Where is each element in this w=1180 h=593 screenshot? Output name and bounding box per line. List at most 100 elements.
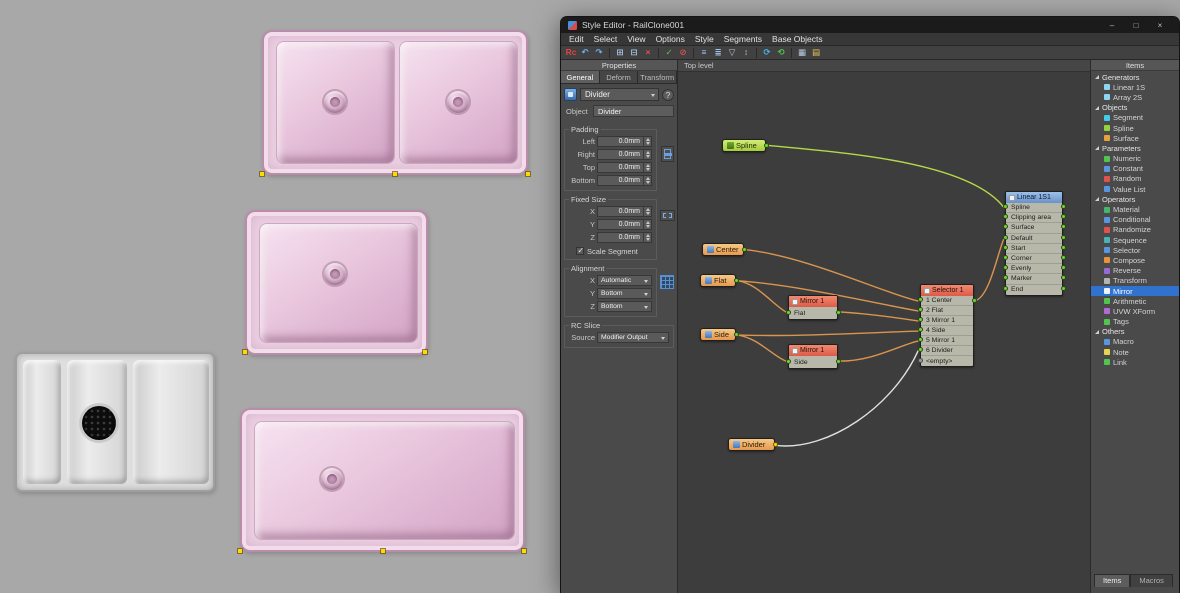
menu-item[interactable]: Edit: [564, 34, 589, 44]
padding-picker-icon[interactable]: [661, 146, 674, 162]
input-port-dot[interactable]: [1002, 275, 1008, 281]
help-button[interactable]: ?: [662, 88, 674, 101]
items-tree-row[interactable]: Constant: [1091, 164, 1179, 174]
node-port[interactable]: 6 Divider: [917, 346, 973, 356]
output-port-dot[interactable]: [741, 247, 747, 252]
node-header[interactable]: Selector 1: [921, 285, 973, 296]
items-tree-row[interactable]: Segment: [1091, 113, 1179, 123]
menu-item[interactable]: Select: [589, 34, 623, 44]
items-tree-row[interactable]: Operators: [1091, 194, 1179, 204]
node-port[interactable]: 2 Flat: [917, 306, 973, 316]
minimize-button[interactable]: –: [1100, 21, 1124, 30]
input-port-dot[interactable]: [917, 337, 923, 342]
alignment-dropdown[interactable]: Bottom: [597, 288, 652, 299]
auto-update-icon[interactable]: ⟲: [775, 47, 787, 59]
node-port[interactable]: Marker: [1002, 274, 1066, 285]
close-button[interactable]: ×: [1148, 21, 1172, 30]
filter-icon[interactable]: ▽: [726, 47, 738, 59]
discard-icon[interactable]: ⊘: [677, 47, 689, 59]
panel-tab[interactable]: Items: [1094, 574, 1131, 587]
items-tree-row[interactable]: Numeric: [1091, 154, 1179, 164]
node-selector-dropdown[interactable]: Divider: [580, 88, 659, 101]
value-spinner[interactable]: 0.0mm: [597, 206, 652, 217]
maximize-button[interactable]: □: [1124, 21, 1148, 30]
items-tree-row[interactable]: Surface: [1091, 133, 1179, 143]
spinner-arrows[interactable]: [643, 150, 651, 159]
items-tree-row[interactable]: Spline: [1091, 123, 1179, 133]
properties-tab[interactable]: Transform: [638, 71, 678, 83]
node-port[interactable]: Corner: [1002, 254, 1066, 265]
node-canvas[interactable]: Top level Spline Center Flat Mirror 1 Fl…: [678, 60, 1090, 593]
spinner-arrows[interactable]: [643, 207, 651, 216]
vertex-marker[interactable]: [525, 171, 531, 177]
items-tree-row[interactable]: Compose: [1091, 255, 1179, 265]
vertex-marker[interactable]: [392, 171, 398, 177]
expand-tree-icon[interactable]: ≡: [698, 47, 710, 59]
output-port-dot[interactable]: [1060, 265, 1066, 271]
large-sink-object[interactable]: [240, 408, 525, 552]
arrange-icon[interactable]: ↕: [740, 47, 752, 59]
items-tree-row[interactable]: Reverse: [1091, 266, 1179, 276]
menu-item[interactable]: View: [622, 34, 650, 44]
node-flat[interactable]: Flat: [700, 274, 739, 287]
refresh-icon[interactable]: ⟳: [761, 47, 773, 59]
output-port-dot[interactable]: [1060, 204, 1066, 210]
input-port-dot[interactable]: [785, 309, 791, 315]
output-port-dot[interactable]: [1060, 255, 1066, 261]
node-port[interactable]: Default: [1002, 234, 1066, 244]
alignment-dropdown[interactable]: Automatic: [597, 275, 652, 286]
items-tree-row[interactable]: Randomize: [1091, 225, 1179, 235]
items-tree-row[interactable]: Note: [1091, 347, 1179, 357]
input-port-dot[interactable]: [917, 317, 923, 322]
node-center[interactable]: Center: [702, 243, 747, 256]
menu-item[interactable]: Style: [690, 34, 719, 44]
single-bowl-sink-object[interactable]: [245, 210, 428, 355]
input-port-dot[interactable]: [1002, 214, 1008, 220]
input-port-dot[interactable]: [917, 357, 923, 363]
grid-icon[interactable]: ▦: [796, 47, 808, 59]
items-tree-row[interactable]: Random: [1091, 174, 1179, 184]
vertex-marker[interactable]: [521, 548, 527, 554]
node-mirror-side[interactable]: Mirror 1 Side: [785, 344, 841, 369]
alignment-grid-icon[interactable]: [660, 275, 674, 289]
menu-item[interactable]: Segments: [719, 34, 767, 44]
node-header[interactable]: Mirror 1: [789, 296, 837, 307]
properties-tab[interactable]: General: [561, 71, 600, 83]
items-tree-row[interactable]: Link: [1091, 357, 1179, 367]
spinner-arrows[interactable]: [643, 163, 651, 172]
input-port-dot[interactable]: [917, 347, 923, 352]
items-tree-row[interactable]: Sequence: [1091, 235, 1179, 245]
value-spinner[interactable]: 0.0mm: [597, 162, 652, 173]
items-tree-row[interactable]: Macro: [1091, 337, 1179, 347]
output-port-dot[interactable]: [1060, 275, 1066, 281]
node-port[interactable]: Evenly: [1002, 264, 1066, 275]
input-port-dot[interactable]: [917, 307, 923, 312]
value-spinner[interactable]: 0.0mm: [597, 136, 652, 147]
node-port[interactable]: <empty>: [917, 356, 973, 366]
output-port-dot[interactable]: [772, 442, 778, 447]
node-mirror-flat[interactable]: Mirror 1 Flat: [785, 295, 841, 320]
input-port-dot[interactable]: [1002, 234, 1008, 240]
railclone-logo[interactable]: Rc: [565, 47, 577, 59]
input-port-dot[interactable]: [1002, 204, 1008, 210]
input-port-dot[interactable]: [1002, 244, 1008, 250]
node-side[interactable]: Side: [700, 328, 739, 341]
node-port[interactable]: Side: [785, 356, 841, 368]
items-tree-row[interactable]: Conditional: [1091, 215, 1179, 225]
vertex-marker[interactable]: [259, 171, 265, 177]
node-port[interactable]: Spline: [1002, 203, 1066, 214]
source-dropdown[interactable]: Modifier Output: [597, 332, 669, 343]
node-port[interactable]: 3 Mirror 1: [917, 316, 973, 326]
input-port-dot[interactable]: [785, 358, 791, 364]
double-bowl-sink-object[interactable]: [262, 30, 528, 175]
output-port-dot[interactable]: [1060, 286, 1066, 292]
node-spline[interactable]: Spline: [722, 139, 769, 152]
items-tree-row[interactable]: Arithmetic: [1091, 296, 1179, 306]
node-selector[interactable]: Selector 1 1 Center 2 Flat 3 Mirror 1 4 …: [917, 284, 977, 367]
items-tree-row[interactable]: Value List: [1091, 184, 1179, 194]
output-port-dot[interactable]: [971, 298, 977, 303]
output-port-dot[interactable]: [733, 332, 739, 337]
scale-segment-checkbox[interactable]: [576, 246, 584, 255]
object-field[interactable]: Divider: [593, 105, 674, 117]
input-port-dot[interactable]: [1002, 286, 1008, 292]
